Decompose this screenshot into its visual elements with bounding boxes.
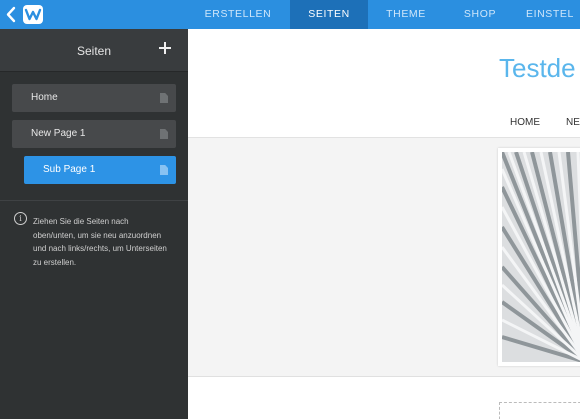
tab-shop[interactable]: SHOP	[452, 0, 508, 29]
tab-einstellungen[interactable]: EINSTEL	[526, 0, 580, 29]
tab-theme[interactable]: THEME	[374, 0, 438, 29]
sidebar-divider	[0, 200, 188, 201]
back-chevron-icon[interactable]	[5, 6, 17, 23]
page-item-label: Home	[31, 92, 58, 103]
add-page-button[interactable]	[156, 40, 174, 58]
sidebar-help-text: Ziehen Sie die Seiten nach oben/unten, u…	[33, 217, 167, 268]
info-icon: i	[14, 212, 27, 225]
site-nav-item-new-page[interactable]: NE	[566, 117, 580, 128]
page-item-new-page-1[interactable]: New Page 1	[12, 120, 176, 148]
page-item-label: New Page 1	[31, 128, 86, 139]
tab-seiten[interactable]: SEITEN	[290, 0, 368, 29]
top-navigation-bar: ERSTELLEN SEITEN THEME SHOP EINSTEL	[0, 0, 580, 29]
drop-zone[interactable]	[499, 402, 580, 419]
page-icon	[160, 93, 168, 103]
sidebar-header: Seiten	[0, 29, 188, 72]
architecture-photo	[502, 152, 580, 362]
tab-erstellen[interactable]: ERSTELLEN	[194, 0, 282, 29]
weebly-logo-icon[interactable]	[23, 5, 43, 24]
site-nav-item-home[interactable]: HOME	[510, 117, 540, 128]
site-header: Testde HOME NE	[188, 29, 580, 138]
page-item-home[interactable]: Home	[12, 84, 176, 112]
site-preview: Testde HOME NE	[188, 29, 580, 419]
pages-sidebar: Seiten Home New Page 1 Sub Page 1 i Zieh…	[0, 29, 188, 419]
page-icon	[160, 129, 168, 139]
image-block[interactable]	[498, 148, 580, 366]
page-item-sub-page-1[interactable]: Sub Page 1	[24, 156, 176, 184]
site-title[interactable]: Testde	[499, 53, 576, 84]
page-icon	[160, 165, 168, 175]
page-item-label: Sub Page 1	[43, 164, 96, 175]
site-footer-section	[188, 376, 580, 419]
